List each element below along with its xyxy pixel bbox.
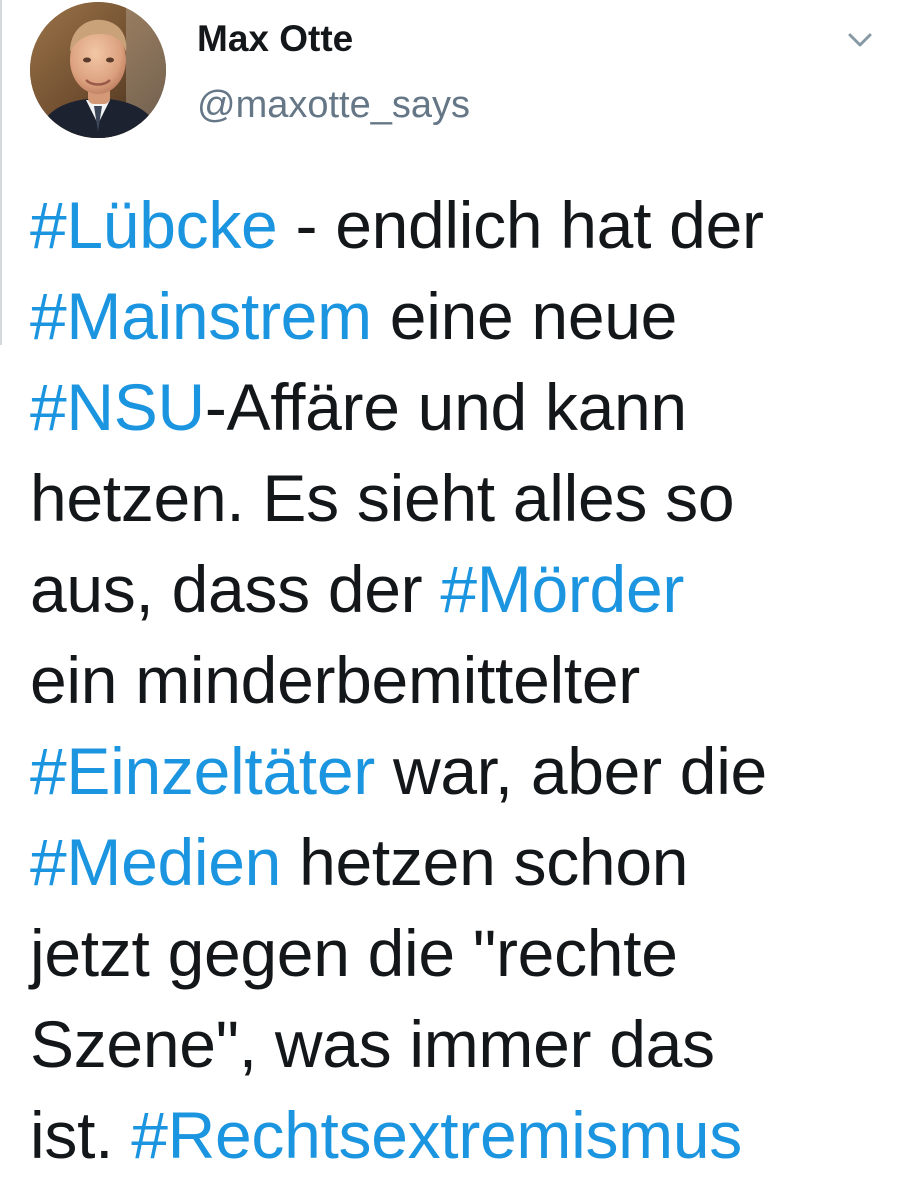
chevron-down-icon[interactable] — [845, 28, 875, 52]
tweet-text-line: #Lübcke - endlich hat der — [30, 180, 890, 271]
profile-photo-icon — [30, 2, 166, 138]
tweet-header: Max Otte @maxotte_says — [30, 2, 880, 142]
tweet-text-segment: ein minderbemittelter — [30, 643, 640, 717]
tweet-text-line: ist. #Rechtsextremismus — [30, 1090, 890, 1181]
tweet-text-line: #NSU-Affäre und kann — [30, 362, 890, 453]
tweet-text: #Lübcke - endlich hat der #Mainstrem eine… — [30, 180, 890, 1181]
tweet-text-line: Szene", was immer das — [30, 999, 890, 1090]
tweet-text-segment: eine neue — [371, 279, 678, 353]
tweet-text-line: jetzt gegen die "rechte — [30, 908, 890, 999]
hashtag-link[interactable]: #Mainstrem — [30, 279, 372, 353]
hashtag-link[interactable]: #Rechtsextremismus — [131, 1098, 742, 1172]
hashtag-link[interactable]: #Lübcke — [30, 188, 278, 262]
tweet-text-line: #Medien hetzen schon — [30, 817, 890, 908]
tweet-text-line: ein minderbemittelter — [30, 635, 890, 726]
tweet-text-segment: hetzen. Es sieht alles so — [30, 461, 735, 535]
hashtag-link[interactable]: #Medien — [30, 825, 281, 899]
tweet-text-segment: hetzen schon — [281, 825, 689, 899]
hashtag-link[interactable]: #NSU — [30, 370, 205, 444]
tweet-text-line: #Mainstrem eine neue — [30, 271, 890, 362]
tweet-text-segment: -Affäre und kann — [204, 370, 687, 444]
tweet-text-segment: aus, dass der — [30, 552, 441, 626]
author-handle[interactable]: @maxotte_says — [197, 82, 470, 128]
tweet-text-line: hetzen. Es sieht alles so — [30, 453, 890, 544]
tweet-text-segment: war, aber die — [374, 734, 767, 808]
tweet-text-line: aus, dass der #Mörder — [30, 544, 890, 635]
tweet-text-line: #Einzeltäter war, aber die — [30, 726, 890, 817]
hashtag-link[interactable]: #Einzeltäter — [30, 734, 375, 808]
avatar[interactable] — [30, 2, 166, 138]
author-display-name[interactable]: Max Otte — [197, 16, 353, 62]
hashtag-link[interactable]: #Mörder — [440, 552, 684, 626]
tweet-text-segment: jetzt gegen die "rechte — [30, 916, 678, 990]
tweet-text-segment: Szene", was immer das — [30, 1007, 715, 1081]
tweet-text-segment: - endlich hat der — [277, 188, 764, 262]
tweet-card: Max Otte @maxotte_says #Lübcke - endlich… — [0, 0, 900, 1200]
tweet-text-segment: ist. — [30, 1098, 132, 1172]
